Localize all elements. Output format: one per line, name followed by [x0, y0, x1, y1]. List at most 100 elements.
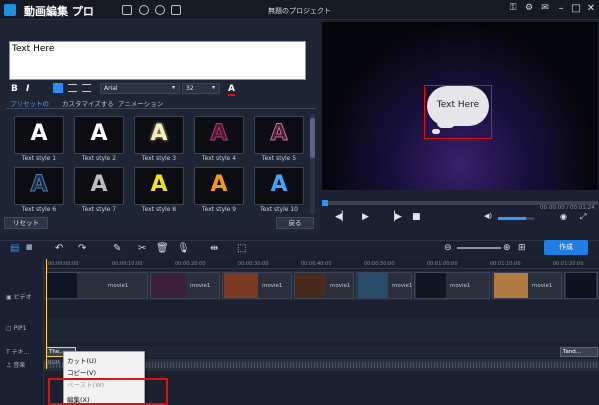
settings-icon[interactable]: ⚙	[522, 3, 536, 13]
font-value: Arial	[104, 85, 118, 92]
clip-label: movie1	[450, 283, 471, 289]
text-style-7[interactable]: A	[74, 167, 124, 205]
ruler-tick: 00:00:50:00	[364, 261, 395, 267]
cut-icon[interactable]: ✂	[138, 243, 146, 254]
pip-track	[44, 318, 599, 342]
menu-item-copy[interactable]: コピー(V)	[67, 367, 96, 377]
edit-icon[interactable]: ✎	[113, 243, 121, 254]
text-style-6[interactable]: A	[14, 167, 64, 205]
menu-item-cut[interactable]: カット(U)	[67, 355, 96, 365]
align-center-icon[interactable]	[68, 84, 77, 92]
clip-thumbnail	[494, 273, 528, 298]
key-icon[interactable]: ⚿	[506, 3, 520, 13]
selection-highlight	[424, 85, 492, 139]
style-glyph: A	[30, 172, 48, 198]
playhead[interactable]	[46, 259, 47, 369]
font-select[interactable]: Arial	[100, 83, 180, 94]
text-style-3[interactable]: A	[134, 116, 184, 154]
clip-thumbnail	[152, 273, 186, 298]
tab-customize[interactable]: カスタマイズする	[62, 98, 114, 108]
volume-icon[interactable]: ◀)	[484, 212, 492, 220]
track-video-text: ビデオ	[13, 294, 32, 301]
clip-label: movie1	[532, 283, 553, 289]
minimize-icon[interactable]: –	[554, 3, 568, 14]
style-label: Text style 8	[141, 206, 177, 213]
time-readout: 00:00:00 / 00:01:24	[540, 205, 595, 211]
text-style-4[interactable]: A	[194, 116, 244, 154]
style-glyph: A	[270, 172, 288, 197]
undo-icon[interactable]: ↶	[55, 243, 63, 254]
volume-level	[498, 217, 526, 220]
delete-icon[interactable]: 🗑	[156, 243, 169, 254]
style-label: Text style 7	[81, 206, 117, 213]
text-style-9[interactable]: A	[194, 167, 244, 205]
style-glyph: A	[90, 172, 108, 197]
seek-handle[interactable]	[322, 200, 328, 206]
clip-thumbnail	[566, 273, 596, 298]
track-labels	[0, 259, 44, 405]
back-button[interactable]: 戻る	[276, 217, 314, 229]
text-color-button[interactable]: A	[228, 84, 235, 96]
storyboard-icon[interactable]: ▦	[26, 243, 33, 251]
text-input[interactable]: Text Here	[9, 41, 306, 80]
next-frame-icon[interactable]: ▕▶	[388, 212, 402, 222]
microphone-icon[interactable]: 🎙	[177, 243, 190, 254]
fit-icon[interactable]: ⊞	[518, 243, 526, 253]
style-label: Text style 3	[141, 155, 177, 162]
style-label: Text style 9	[201, 206, 237, 213]
ruler-tick: 00:00:10:00	[112, 261, 143, 267]
text-style-2[interactable]: A	[74, 116, 124, 154]
track-text-label: T テキ...	[6, 349, 30, 356]
style-label: Text style 2	[81, 155, 117, 162]
style-glyph: A	[30, 121, 48, 146]
text-style-8[interactable]: A	[134, 167, 184, 205]
zoom-in-icon[interactable]: ⊕	[503, 243, 511, 253]
tab-preset[interactable]: プリセットの	[10, 98, 49, 108]
stop-icon[interactable]: ■	[412, 212, 421, 222]
style-glyph: A	[150, 172, 168, 197]
track-audio-label: ♫ 音楽	[6, 362, 26, 369]
zoom-slider[interactable]	[457, 247, 501, 249]
track-audio-text: 音楽	[13, 362, 26, 369]
track-pip-text: PIP1	[13, 325, 27, 332]
ruler-tick: 00:01:10:00	[490, 261, 521, 267]
audio-clip-label: BGM	[48, 360, 60, 366]
track-text-text: テキ...	[11, 349, 30, 356]
text-style-1[interactable]: A	[14, 116, 64, 154]
style-glyph: A	[210, 172, 228, 197]
text-clip[interactable]: Tand...	[560, 347, 598, 357]
clip-thumbnail	[224, 273, 258, 298]
size-value: 32	[186, 85, 194, 92]
clip-label: movie1	[108, 283, 129, 289]
detach-icon[interactable]: ⇹	[210, 243, 218, 254]
reset-button[interactable]: リセット	[4, 217, 48, 229]
scroll-thumb[interactable]	[310, 118, 315, 158]
clip-label: movie1	[262, 283, 283, 289]
style-glyph: A	[150, 121, 168, 146]
play-icon[interactable]: ▶	[362, 212, 369, 222]
text-style-10[interactable]: A	[254, 167, 304, 205]
style-label: Text style 10	[260, 206, 298, 213]
align-right-icon[interactable]	[82, 84, 91, 92]
timeline-view-icon[interactable]: ▤	[10, 243, 19, 254]
create-button[interactable]: 作成	[544, 240, 588, 255]
snapshot-icon[interactable]: ◉	[560, 212, 567, 221]
track-video-label: ▣ ビデオ	[6, 294, 32, 301]
maximize-icon[interactable]: □	[569, 3, 583, 14]
chevron-down-icon: ▾	[172, 84, 176, 91]
italic-button[interactable]: I	[26, 84, 29, 94]
chat-icon[interactable]: ✉	[538, 3, 552, 13]
bold-button[interactable]: B	[11, 84, 18, 94]
text-style-5[interactable]: A	[254, 116, 304, 154]
close-icon[interactable]: ✕	[584, 3, 598, 14]
clip-thumbnail	[358, 273, 388, 298]
align-left-icon[interactable]	[53, 83, 63, 93]
clip-label: movie1	[190, 283, 211, 289]
zoom-out-icon[interactable]: ⊖	[444, 243, 452, 253]
redo-icon[interactable]: ↷	[78, 243, 86, 254]
tab-animation[interactable]: アニメーション	[118, 98, 163, 108]
ruler-tick: 00:01:20:00	[553, 261, 584, 267]
fullscreen-icon[interactable]: ⤢	[580, 212, 586, 222]
expand-icon[interactable]: ⬚	[237, 243, 246, 254]
prev-frame-icon[interactable]: ◀▏	[335, 212, 349, 222]
